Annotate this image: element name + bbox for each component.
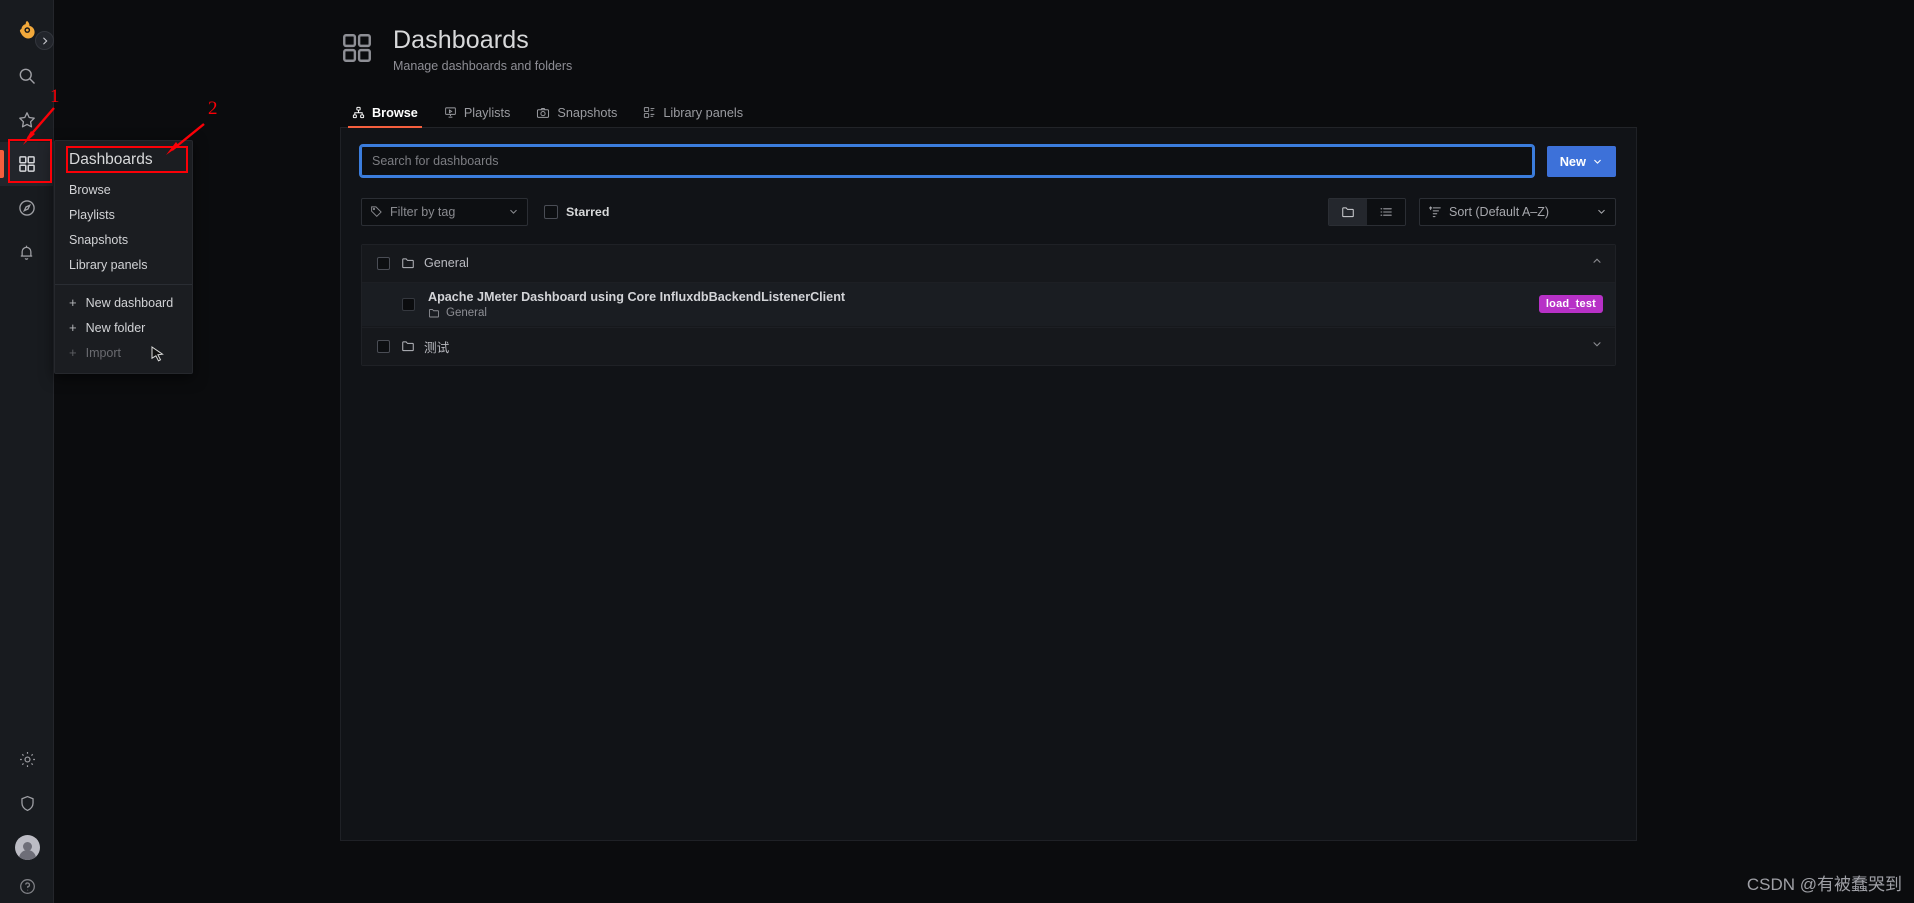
page-title: Dashboards [393, 26, 529, 54]
alerting-bell-icon[interactable] [0, 230, 54, 274]
menu-item-playlists[interactable]: Playlists [55, 202, 192, 227]
explore-icon[interactable] [0, 186, 54, 230]
folder-icon [1342, 207, 1354, 217]
view-toggle [1328, 197, 1406, 226]
mouse-cursor [151, 346, 164, 362]
new-button-label: New [1559, 153, 1586, 169]
dashboard-texts: Apache JMeter Dashboard using Core Influ… [428, 290, 845, 319]
tab-library-panels[interactable]: Library panels [643, 106, 743, 127]
camera-icon [537, 107, 550, 118]
annotation-number-2: 2 [208, 98, 218, 119]
search-row: New [359, 144, 1616, 179]
bottom-bar [0, 891, 1914, 903]
plus-icon: + [69, 320, 77, 335]
tab-playlists[interactable]: Playlists [444, 105, 511, 127]
avatar[interactable] [0, 825, 54, 869]
dashboards-mega-menu: Dashboards Browse Playlists Snapshots Li… [54, 140, 193, 374]
menu-item-new-folder-label: New folder [85, 320, 146, 335]
results-list: General Apache JMeter Dashboard using Co… [361, 243, 1616, 366]
folder-checkbox[interactable] [377, 256, 390, 270]
dashboard-title[interactable]: Apache JMeter Dashboard using Core Influ… [428, 290, 845, 304]
browse-panel: New Filter by tag [340, 127, 1637, 841]
menu-item-import[interactable]: + Import [55, 340, 192, 365]
menu-item-new-dashboard-label: New dashboard [85, 295, 174, 310]
presentation-play-icon [445, 107, 456, 118]
folder-icon [402, 341, 414, 352]
tab-snapshots-label: Snapshots [557, 105, 618, 120]
menu-item-new-dashboard[interactable]: + New dashboard [55, 290, 192, 315]
shield-icon[interactable] [0, 781, 54, 825]
expand-nav-chevron[interactable] [35, 31, 54, 50]
dashboard-folder-label: General [446, 306, 487, 319]
folder-icon [402, 258, 414, 269]
starred-label: Starred [566, 204, 610, 219]
tab-browse-label: Browse [372, 105, 418, 120]
search-icon[interactable] [0, 54, 54, 98]
dashboard-row[interactable]: Apache JMeter Dashboard using Core Influ… [362, 282, 1615, 327]
sort-select[interactable]: Sort (Default A–Z) [1419, 197, 1616, 226]
tag-filter-label: Filter by tag [390, 204, 456, 219]
dashboards-grid-icon [340, 31, 374, 70]
avatar-image [14, 834, 40, 860]
chevron-down-icon [1598, 210, 1605, 215]
menu-item-new-folder[interactable]: + New folder [55, 315, 192, 340]
chevron-down-icon [510, 210, 517, 215]
page-header: Dashboards Manage dashboards and folders [340, 0, 1637, 73]
menu-item-import-label: Import [85, 345, 122, 360]
folder-view-button[interactable] [1329, 198, 1367, 225]
folder-row-general[interactable]: General [362, 244, 1615, 283]
app-root: Dashboards Browse Playlists Snapshots Li… [0, 0, 1914, 903]
watermark: CSDN @有被蠢哭到 [1746, 875, 1902, 894]
tag-icon [371, 206, 382, 218]
tab-bar: Browse Playlists Snapshots Library panel… [340, 97, 1637, 128]
starred-checkbox[interactable] [544, 204, 558, 219]
gear-icon[interactable] [0, 737, 54, 781]
menu-divider [55, 284, 192, 285]
folder-name: General [424, 256, 469, 271]
list-icon [1380, 208, 1392, 216]
main-content: Dashboards Manage dashboards and folders… [340, 0, 1637, 855]
page-title-block: Dashboards Manage dashboards and folders [393, 26, 572, 73]
menu-item-library-panels[interactable]: Library panels [55, 252, 192, 277]
page-subtitle: Manage dashboards and folders [393, 58, 573, 73]
tab-snapshots[interactable]: Snapshots [536, 106, 617, 127]
help-icon[interactable] [0, 869, 54, 903]
starred-filter[interactable]: Starred [544, 204, 610, 219]
tab-library-panels-label: Library panels [663, 105, 744, 120]
dashboard-folder: General [428, 307, 845, 319]
dashboards-menu-header[interactable]: Dashboards [55, 147, 192, 177]
view-controls: Sort (Default A–Z) [1328, 197, 1616, 226]
sidebar-item-dashboards[interactable] [0, 142, 54, 186]
nav-rail-bottom [0, 737, 54, 903]
plus-icon: + [69, 345, 77, 360]
search-input-wrapper [359, 144, 1535, 179]
list-view-button[interactable] [1367, 198, 1405, 225]
folder-icon [429, 308, 439, 318]
chevron-up-icon[interactable] [1591, 254, 1603, 272]
tab-playlists-label: Playlists [463, 105, 511, 120]
folder-checkbox[interactable] [377, 339, 390, 353]
library-panel-icon [644, 107, 655, 119]
status-badge[interactable]: load_test [1538, 295, 1603, 314]
tab-browse[interactable]: Browse [348, 105, 422, 128]
tag-filter-select[interactable]: Filter by tag [361, 197, 528, 226]
new-button[interactable]: New [1546, 145, 1616, 177]
sitemap-icon [352, 107, 365, 119]
dashboard-checkbox[interactable] [402, 297, 415, 311]
search-input[interactable] [359, 144, 1535, 179]
menu-item-browse[interactable]: Browse [55, 177, 192, 202]
sort-amount-up-icon [1429, 206, 1441, 217]
filter-row: Filter by tag Starred Sort (Default A–Z) [361, 197, 1616, 226]
menu-item-snapshots[interactable]: Snapshots [55, 227, 192, 252]
chevron-down-icon [1594, 159, 1601, 164]
folder-name: 测试 [424, 340, 450, 355]
plus-icon: + [69, 295, 77, 310]
folder-row-ceshi[interactable]: 测试 [362, 326, 1615, 365]
star-icon[interactable] [0, 98, 54, 142]
chevron-down-icon[interactable] [1591, 337, 1603, 355]
left-nav-rail [0, 0, 54, 903]
sort-label: Sort (Default A–Z) [1449, 204, 1550, 219]
